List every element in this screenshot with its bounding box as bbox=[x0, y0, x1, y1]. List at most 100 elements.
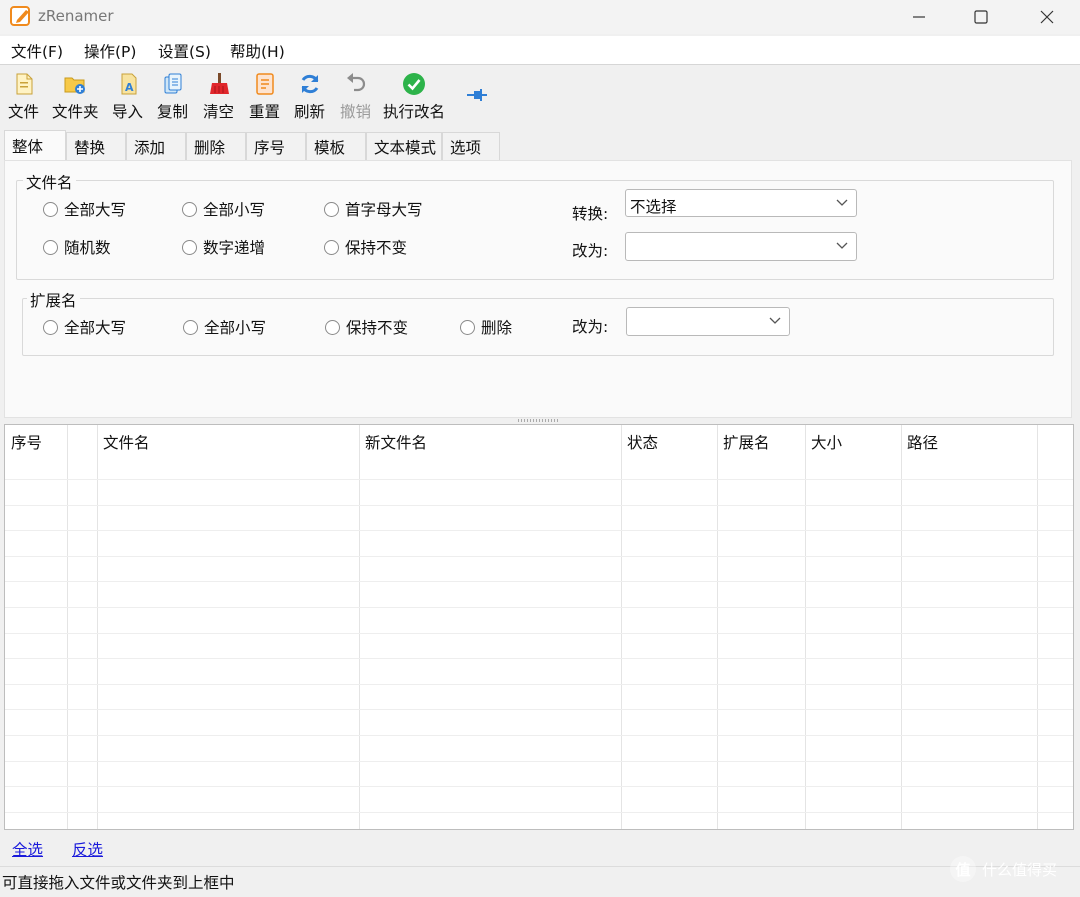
pin-icon[interactable] bbox=[466, 88, 488, 102]
column-header-new-filename[interactable]: 新文件名 bbox=[365, 431, 427, 453]
undo-icon bbox=[346, 73, 365, 92]
row-divider bbox=[5, 556, 1073, 557]
chevron-down-icon bbox=[769, 317, 781, 324]
svg-text:A: A bbox=[125, 81, 134, 94]
radio-label: 随机数 bbox=[64, 239, 111, 257]
convert-select[interactable]: 不选择 bbox=[625, 189, 857, 217]
radio-label: 全部大写 bbox=[64, 201, 127, 219]
radio-label: 保持不变 bbox=[346, 319, 409, 337]
undo-button[interactable]: 撤销 bbox=[340, 72, 371, 122]
import-icon: A bbox=[121, 73, 136, 95]
reset-button[interactable]: 重置 bbox=[249, 72, 280, 122]
tab-delete[interactable]: 删除 bbox=[186, 132, 246, 160]
radio-circle bbox=[182, 201, 197, 217]
splitter-handle[interactable] bbox=[518, 419, 558, 422]
tab-sequence[interactable]: 序号 bbox=[246, 132, 306, 160]
radio-circle bbox=[43, 239, 58, 255]
status-text: 可直接拖入文件或文件夹到上框中 bbox=[2, 874, 235, 892]
convert-value: 不选择 bbox=[630, 198, 677, 216]
row-divider bbox=[5, 581, 1073, 582]
filename-group-title: 文件名 bbox=[23, 171, 76, 193]
row-divider bbox=[5, 786, 1073, 787]
tab-text-mode[interactable]: 文本模式 bbox=[366, 132, 442, 160]
menu-help[interactable]: 帮助(H) bbox=[230, 40, 285, 62]
add-file-button[interactable]: 文件 bbox=[8, 72, 39, 122]
column-header-extension[interactable]: 扩展名 bbox=[723, 431, 770, 453]
import-button[interactable]: A 导入 bbox=[112, 72, 143, 122]
close-button[interactable] bbox=[1016, 0, 1078, 34]
tab-replace[interactable]: 替换 bbox=[66, 132, 126, 160]
radio-filename-uppercase[interactable]: 全部大写 bbox=[43, 198, 126, 220]
radio-circle bbox=[43, 201, 58, 217]
minimize-icon bbox=[913, 16, 925, 18]
add-folder-button[interactable]: 文件夹 bbox=[52, 72, 99, 122]
add-file-label: 文件 bbox=[8, 103, 40, 121]
column-header-filename[interactable]: 文件名 bbox=[103, 431, 150, 453]
column-header-path[interactable]: 路径 bbox=[907, 431, 938, 453]
watermark-logo: 值 bbox=[950, 856, 976, 882]
row-divider bbox=[5, 735, 1073, 736]
toolbar: 文件 文件夹 A 导入 复制 清空 重置 刷新 撤销 执行改名 bbox=[0, 66, 1080, 126]
copy-button[interactable]: 复制 bbox=[157, 72, 188, 122]
column-header-status[interactable]: 状态 bbox=[627, 431, 658, 453]
row-divider bbox=[5, 530, 1073, 531]
radio-circle bbox=[460, 319, 475, 335]
menu-settings[interactable]: 设置(S) bbox=[158, 40, 211, 62]
chevron-down-icon bbox=[836, 242, 848, 249]
footer-bar: 全选 反选 bbox=[0, 832, 1080, 862]
radio-ext-lowercase[interactable]: 全部小写 bbox=[183, 316, 266, 338]
undo-label: 撤销 bbox=[340, 103, 372, 121]
radio-filename-random[interactable]: 随机数 bbox=[43, 236, 111, 258]
radio-filename-capitalize[interactable]: 首字母大写 bbox=[324, 198, 423, 220]
refresh-icon bbox=[301, 74, 318, 94]
radio-filename-increment[interactable]: 数字递增 bbox=[182, 236, 265, 258]
clear-button[interactable]: 清空 bbox=[203, 72, 234, 122]
watermark-text: 什么值得买 bbox=[982, 860, 1058, 879]
window-title: zRenamer bbox=[38, 7, 114, 25]
tab-add[interactable]: 添加 bbox=[126, 132, 186, 160]
menu-bar: 文件(F) 操作(P) 设置(S) 帮助(H) bbox=[0, 36, 1080, 65]
maximize-button[interactable] bbox=[950, 0, 1012, 34]
radio-ext-delete[interactable]: 删除 bbox=[460, 316, 512, 338]
radio-label: 删除 bbox=[481, 319, 513, 337]
menu-file[interactable]: 文件(F) bbox=[11, 40, 63, 62]
execute-rename-button[interactable]: 执行改名 bbox=[383, 72, 445, 122]
chevron-down-icon bbox=[836, 199, 848, 206]
row-divider bbox=[5, 633, 1073, 634]
tab-template[interactable]: 模板 bbox=[306, 132, 366, 160]
radio-circle bbox=[325, 319, 340, 335]
copy-label: 复制 bbox=[157, 103, 189, 121]
radio-filename-lowercase[interactable]: 全部小写 bbox=[182, 198, 265, 220]
minimize-button[interactable] bbox=[888, 0, 950, 34]
radio-label: 首字母大写 bbox=[345, 201, 423, 219]
invert-selection-link[interactable]: 反选 bbox=[72, 838, 103, 860]
radio-filename-keep[interactable]: 保持不变 bbox=[324, 236, 407, 258]
clear-label: 清空 bbox=[203, 103, 235, 121]
row-divider bbox=[5, 607, 1073, 608]
tab-options[interactable]: 选项 bbox=[442, 132, 500, 160]
refresh-button[interactable]: 刷新 bbox=[294, 72, 325, 122]
radio-circle bbox=[182, 239, 197, 255]
column-divider bbox=[901, 425, 902, 829]
reset-label: 重置 bbox=[249, 103, 281, 121]
select-all-link[interactable]: 全选 bbox=[12, 838, 43, 860]
row-divider bbox=[5, 479, 1073, 480]
ext-change-combo[interactable] bbox=[626, 307, 790, 336]
radio-ext-uppercase[interactable]: 全部大写 bbox=[43, 316, 126, 338]
filename-change-label: 改为: bbox=[572, 242, 609, 260]
import-label: 导入 bbox=[112, 103, 144, 121]
column-header-index[interactable]: 序号 bbox=[11, 431, 42, 453]
tab-overall[interactable]: 整体 bbox=[4, 130, 66, 160]
row-divider bbox=[5, 658, 1073, 659]
column-header-size[interactable]: 大小 bbox=[811, 431, 842, 453]
file-table[interactable]: 序号 文件名 新文件名 状态 扩展名 大小 路径 bbox=[4, 424, 1074, 830]
filename-change-combo[interactable] bbox=[625, 232, 857, 261]
broom-icon bbox=[209, 73, 229, 94]
add-folder-label: 文件夹 bbox=[52, 103, 99, 121]
filename-group bbox=[16, 180, 1054, 280]
radio-label: 全部大写 bbox=[64, 319, 127, 337]
column-divider bbox=[1037, 425, 1038, 829]
menu-operate[interactable]: 操作(P) bbox=[84, 40, 136, 62]
column-divider bbox=[717, 425, 718, 829]
radio-ext-keep[interactable]: 保持不变 bbox=[325, 316, 408, 338]
